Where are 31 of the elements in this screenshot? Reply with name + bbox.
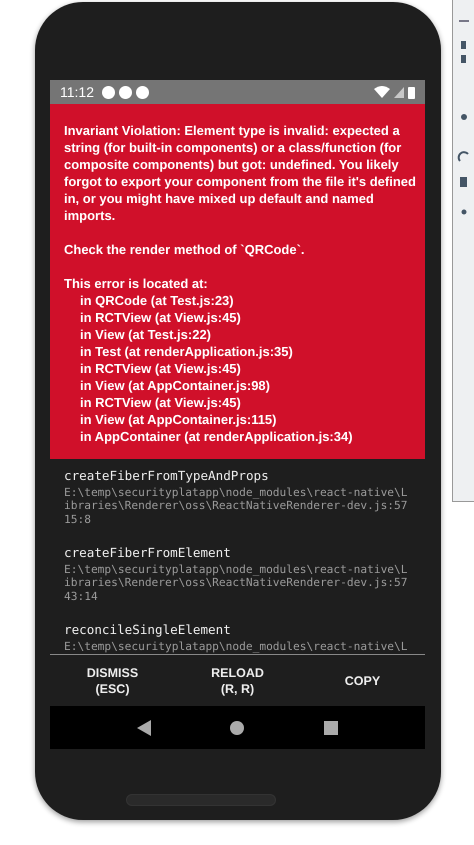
- stack-path: E:\temp\securityplatapp\node_modules\react-native\Libraries\Renderer\oss\ReactNativeRenderer-dev.js:5743:14: [64, 563, 409, 604]
- status-time: 11:12: [60, 82, 94, 102]
- home-icon[interactable]: [229, 720, 246, 736]
- stack-function: createFiberFromTypeAndProps: [64, 467, 270, 485]
- footer-button[interactable]: RELOAD (R, R): [175, 655, 300, 706]
- stack-function: createFiberFromElement: [64, 544, 232, 562]
- error-hint: Check the render method of `QRCode`.: [64, 241, 306, 258]
- component-stack-line: in RCTView (at View.js:45): [79, 394, 242, 411]
- footer-button[interactable]: DISMISS (ESC): [50, 655, 175, 706]
- component-stack-line: in View (at Test.js:22): [79, 326, 212, 343]
- stack-path: E:\temp\securityplatapp\node_modules\react-native\L: [64, 640, 409, 654]
- component-stack-line: in QRCode (at Test.js:23): [79, 292, 235, 309]
- wifi-icon: [374, 86, 390, 98]
- error-location-heading: This error is located at:: [64, 275, 209, 292]
- component-stack-line: in View (at AppContainer.js:98): [79, 377, 271, 394]
- footer-button[interactable]: COPY: [300, 655, 425, 706]
- notification-icon: [102, 86, 115, 98]
- error-message: Invariant Violation: Element type is invalid: expected a string (for built-in components) or a class/function (for composite components) but got: undefined. You likely forgot to export your component from the file it's defined in, or you might have mixed up default and named imports.: [64, 122, 417, 224]
- battery-icon: [408, 86, 415, 98]
- notification-icon: [136, 86, 149, 98]
- component-stack-line: in RCTView (at View.js:45): [79, 309, 242, 326]
- back-icon[interactable]: [137, 720, 152, 736]
- notification-icon: [119, 86, 132, 98]
- signal-icon: [394, 86, 404, 98]
- component-stack-line: in Test (at renderApplication.js:35): [79, 343, 294, 360]
- stack-path: E:\temp\securityplatapp\node_modules\react-native\Libraries\Renderer\oss\ReactNativeRenderer-dev.js:5715:8: [64, 486, 409, 526]
- component-stack-line: in RCTView (at View.js:45): [79, 360, 242, 377]
- component-stack-line: in View (at AppContainer.js:115): [79, 411, 278, 428]
- stack-function: reconcileSingleElement: [64, 621, 232, 640]
- recents-icon[interactable]: [324, 720, 338, 734]
- component-stack-line: in AppContainer (at renderApplication.js:34): [79, 428, 354, 445]
